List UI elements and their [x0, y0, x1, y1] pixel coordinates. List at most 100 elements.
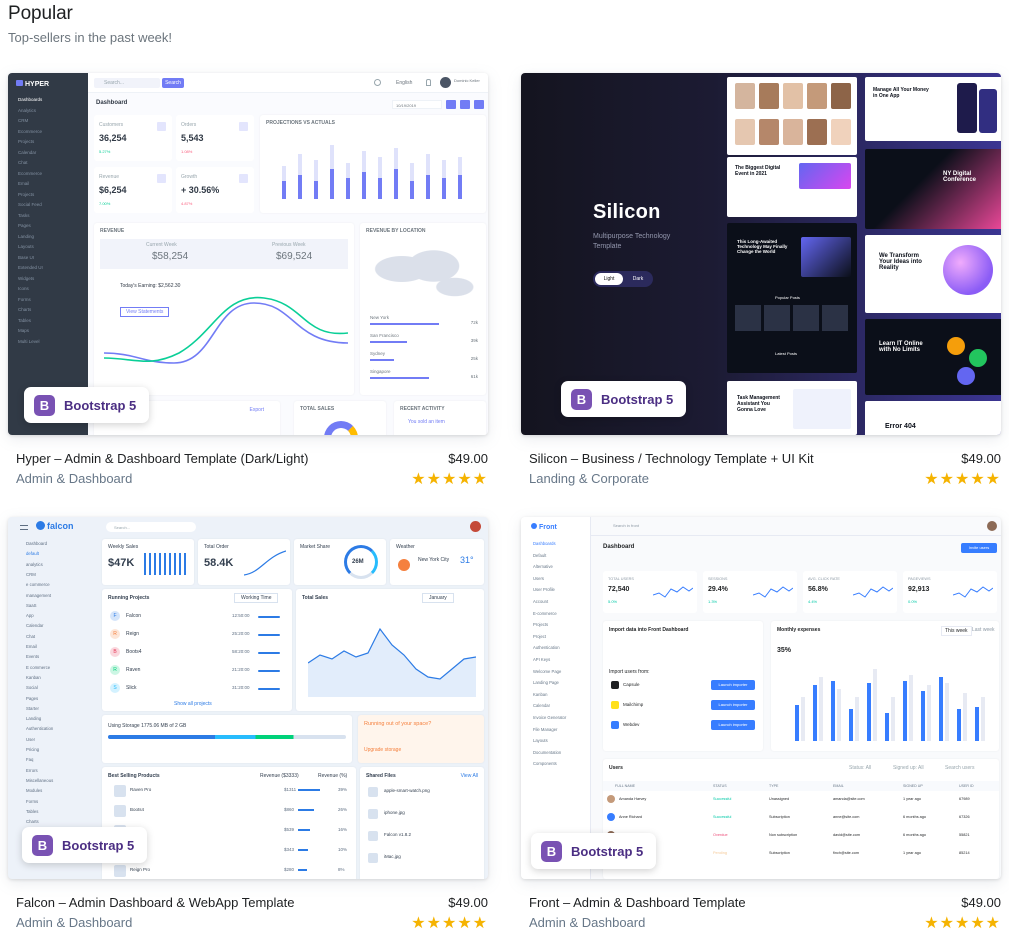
- hyper-search-button[interactable]: Search: [162, 78, 184, 88]
- silicon-light-option[interactable]: Light: [604, 276, 615, 282]
- sidebar-item[interactable]: Modules: [26, 788, 42, 793]
- invite-users-button[interactable]: Invite users: [961, 543, 997, 553]
- status-filter[interactable]: Status: All: [849, 765, 871, 771]
- sidebar-item[interactable]: Projects: [18, 192, 34, 197]
- sidebar-item[interactable]: Kanban: [533, 692, 547, 697]
- sidebar-item[interactable]: e commerce: [26, 582, 50, 587]
- month-select[interactable]: January: [422, 593, 454, 603]
- sidebar-item[interactable]: Invoice Generator: [533, 715, 566, 720]
- sidebar-item[interactable]: Calendar: [533, 703, 550, 708]
- product-name[interactable]: Hyper – Admin & Dashboard Template (Dark…: [16, 451, 308, 466]
- product-preview-front[interactable]: Front Dashboards Default Alternative Users U…: [521, 517, 1001, 879]
- hyper-language[interactable]: English: [396, 80, 412, 86]
- hyper-search-input[interactable]: Search...: [104, 80, 124, 86]
- sidebar-item[interactable]: Widgets: [18, 276, 34, 281]
- file-name[interactable]: iMac.jpg: [384, 854, 401, 859]
- sidebar-item[interactable]: Documentation: [533, 750, 561, 755]
- file-name[interactable]: iphone.jpg: [384, 810, 405, 815]
- falcon-menu-icon[interactable]: [20, 525, 28, 530]
- export-link[interactable]: Export: [250, 407, 264, 413]
- sidebar-item[interactable]: Layouts: [18, 244, 34, 249]
- sidebar-item[interactable]: Maps: [18, 328, 29, 333]
- silicon-dark-option[interactable]: Dark: [633, 276, 644, 282]
- product-category[interactable]: Admin & Dashboard: [529, 915, 645, 930]
- sidebar-item[interactable]: Landing: [26, 716, 41, 721]
- product-preview-hyper[interactable]: HYPER Dashboards Analytics CRM Ecommerce Pro…: [8, 73, 488, 435]
- bell-icon[interactable]: [426, 79, 431, 86]
- product-name[interactable]: Silicon – Business / Technology Template…: [529, 451, 814, 466]
- sidebar-item[interactable]: Email: [26, 644, 37, 649]
- avatar[interactable]: [440, 77, 451, 88]
- sidebar-item[interactable]: E-commerce: [533, 611, 557, 616]
- sidebar-item[interactable]: Calendar: [26, 623, 43, 628]
- sidebar-item[interactable]: Multi Level: [18, 339, 40, 344]
- sidebar-item[interactable]: Chat: [26, 634, 35, 639]
- sidebar-item[interactable]: Ecommerce: [18, 129, 42, 134]
- product-preview-falcon[interactable]: falcon Search... Dashboard default analyti…: [8, 517, 488, 879]
- sidebar-item[interactable]: Charts: [18, 307, 31, 312]
- sidebar-item[interactable]: Miscellaneous: [26, 778, 53, 783]
- sidebar-item[interactable]: Extended UI: [18, 265, 43, 270]
- falcon-search-input[interactable]: Search...: [106, 522, 196, 532]
- user-cell-name[interactable]: Amanda Harvey: [619, 797, 646, 801]
- sidebar-item[interactable]: Starter: [26, 706, 39, 711]
- sidebar-item[interactable]: Social: [26, 685, 38, 690]
- sidebar-item[interactable]: SaaS: [26, 603, 37, 608]
- sidebar-item[interactable]: App: [26, 613, 34, 618]
- sidebar-item[interactable]: Project: [533, 634, 546, 639]
- this-week-tab[interactable]: This week: [941, 626, 972, 636]
- sidebar-item[interactable]: Alternative: [533, 564, 553, 569]
- refresh-button[interactable]: [446, 100, 456, 109]
- sidebar-item[interactable]: analytics: [26, 562, 43, 567]
- product-card-hyper[interactable]: HYPER Dashboards Analytics CRM Ecommerce Pro…: [8, 73, 488, 493]
- hyper-date-input[interactable]: 10/19/2019: [392, 100, 442, 109]
- sidebar-item[interactable]: API Keys: [533, 657, 550, 662]
- sidebar-item[interactable]: Forms: [26, 799, 38, 804]
- show-all-projects-link[interactable]: Show all projects: [174, 701, 212, 707]
- sidebar-item[interactable]: Chat: [18, 160, 28, 165]
- sidebar-item[interactable]: Default: [533, 553, 546, 558]
- user-cell-email[interactable]: david@site.com: [833, 833, 860, 837]
- product-category[interactable]: Landing & Corporate: [529, 471, 649, 486]
- sidebar-item[interactable]: Pricing: [26, 747, 39, 752]
- sidebar-item[interactable]: User: [26, 737, 35, 742]
- sidebar-item[interactable]: Projects: [18, 139, 34, 144]
- sidebar-item[interactable]: Dashboards: [18, 97, 42, 102]
- launch-importer-button[interactable]: Launch importer: [711, 700, 755, 710]
- avatar[interactable]: [987, 521, 997, 531]
- launch-importer-button[interactable]: Launch importer: [711, 680, 755, 690]
- file-name[interactable]: apple-smart-watch.png: [384, 788, 430, 793]
- front-search-input[interactable]: Search in front: [613, 523, 639, 528]
- sidebar-item[interactable]: Dashboards: [533, 541, 556, 546]
- working-time-select[interactable]: Working Time: [234, 593, 279, 603]
- sidebar-item[interactable]: Tables: [26, 809, 38, 814]
- sidebar-item[interactable]: Landing: [18, 234, 34, 239]
- sidebar-item[interactable]: Account: [533, 599, 548, 604]
- sidebar-item[interactable]: Authentication: [26, 726, 53, 731]
- sidebar-item[interactable]: Errors: [26, 768, 38, 773]
- user-cell-email[interactable]: finch@site.com: [833, 851, 859, 855]
- sidebar-item[interactable]: Analytics: [18, 108, 36, 113]
- sidebar-item[interactable]: Projects: [533, 622, 548, 627]
- sidebar-item[interactable]: Faq: [26, 757, 33, 762]
- file-name[interactable]: Falcon v1.8.2: [384, 832, 411, 837]
- product-card-front[interactable]: Front Dashboards Default Alternative Users U…: [521, 517, 1001, 933]
- sidebar-item[interactable]: Tasks: [18, 213, 30, 218]
- sidebar-item[interactable]: management: [26, 593, 51, 598]
- sidebar-item[interactable]: Pages: [26, 696, 38, 701]
- silicon-theme-toggle[interactable]: Light Dark: [593, 271, 653, 287]
- avatar[interactable]: [470, 521, 481, 532]
- sidebar-item[interactable]: Tables: [18, 318, 31, 323]
- filter-button[interactable]: [460, 100, 470, 109]
- sidebar-item[interactable]: Social Feed: [18, 202, 42, 207]
- signed-up-filter[interactable]: Signed up: All: [893, 765, 924, 771]
- user-cell-name[interactable]: Anne Richard: [619, 815, 642, 819]
- sidebar-item[interactable]: Components: [533, 761, 557, 766]
- sidebar-item[interactable]: User Profile: [533, 587, 555, 592]
- gear-icon[interactable]: [374, 79, 381, 86]
- sidebar-item[interactable]: Dashboard: [26, 541, 47, 546]
- sidebar-item[interactable]: Events: [26, 654, 39, 659]
- view-all-link[interactable]: View All: [461, 773, 478, 779]
- sidebar-item[interactable]: Charts: [26, 819, 39, 824]
- sidebar-item[interactable]: Forms: [18, 297, 31, 302]
